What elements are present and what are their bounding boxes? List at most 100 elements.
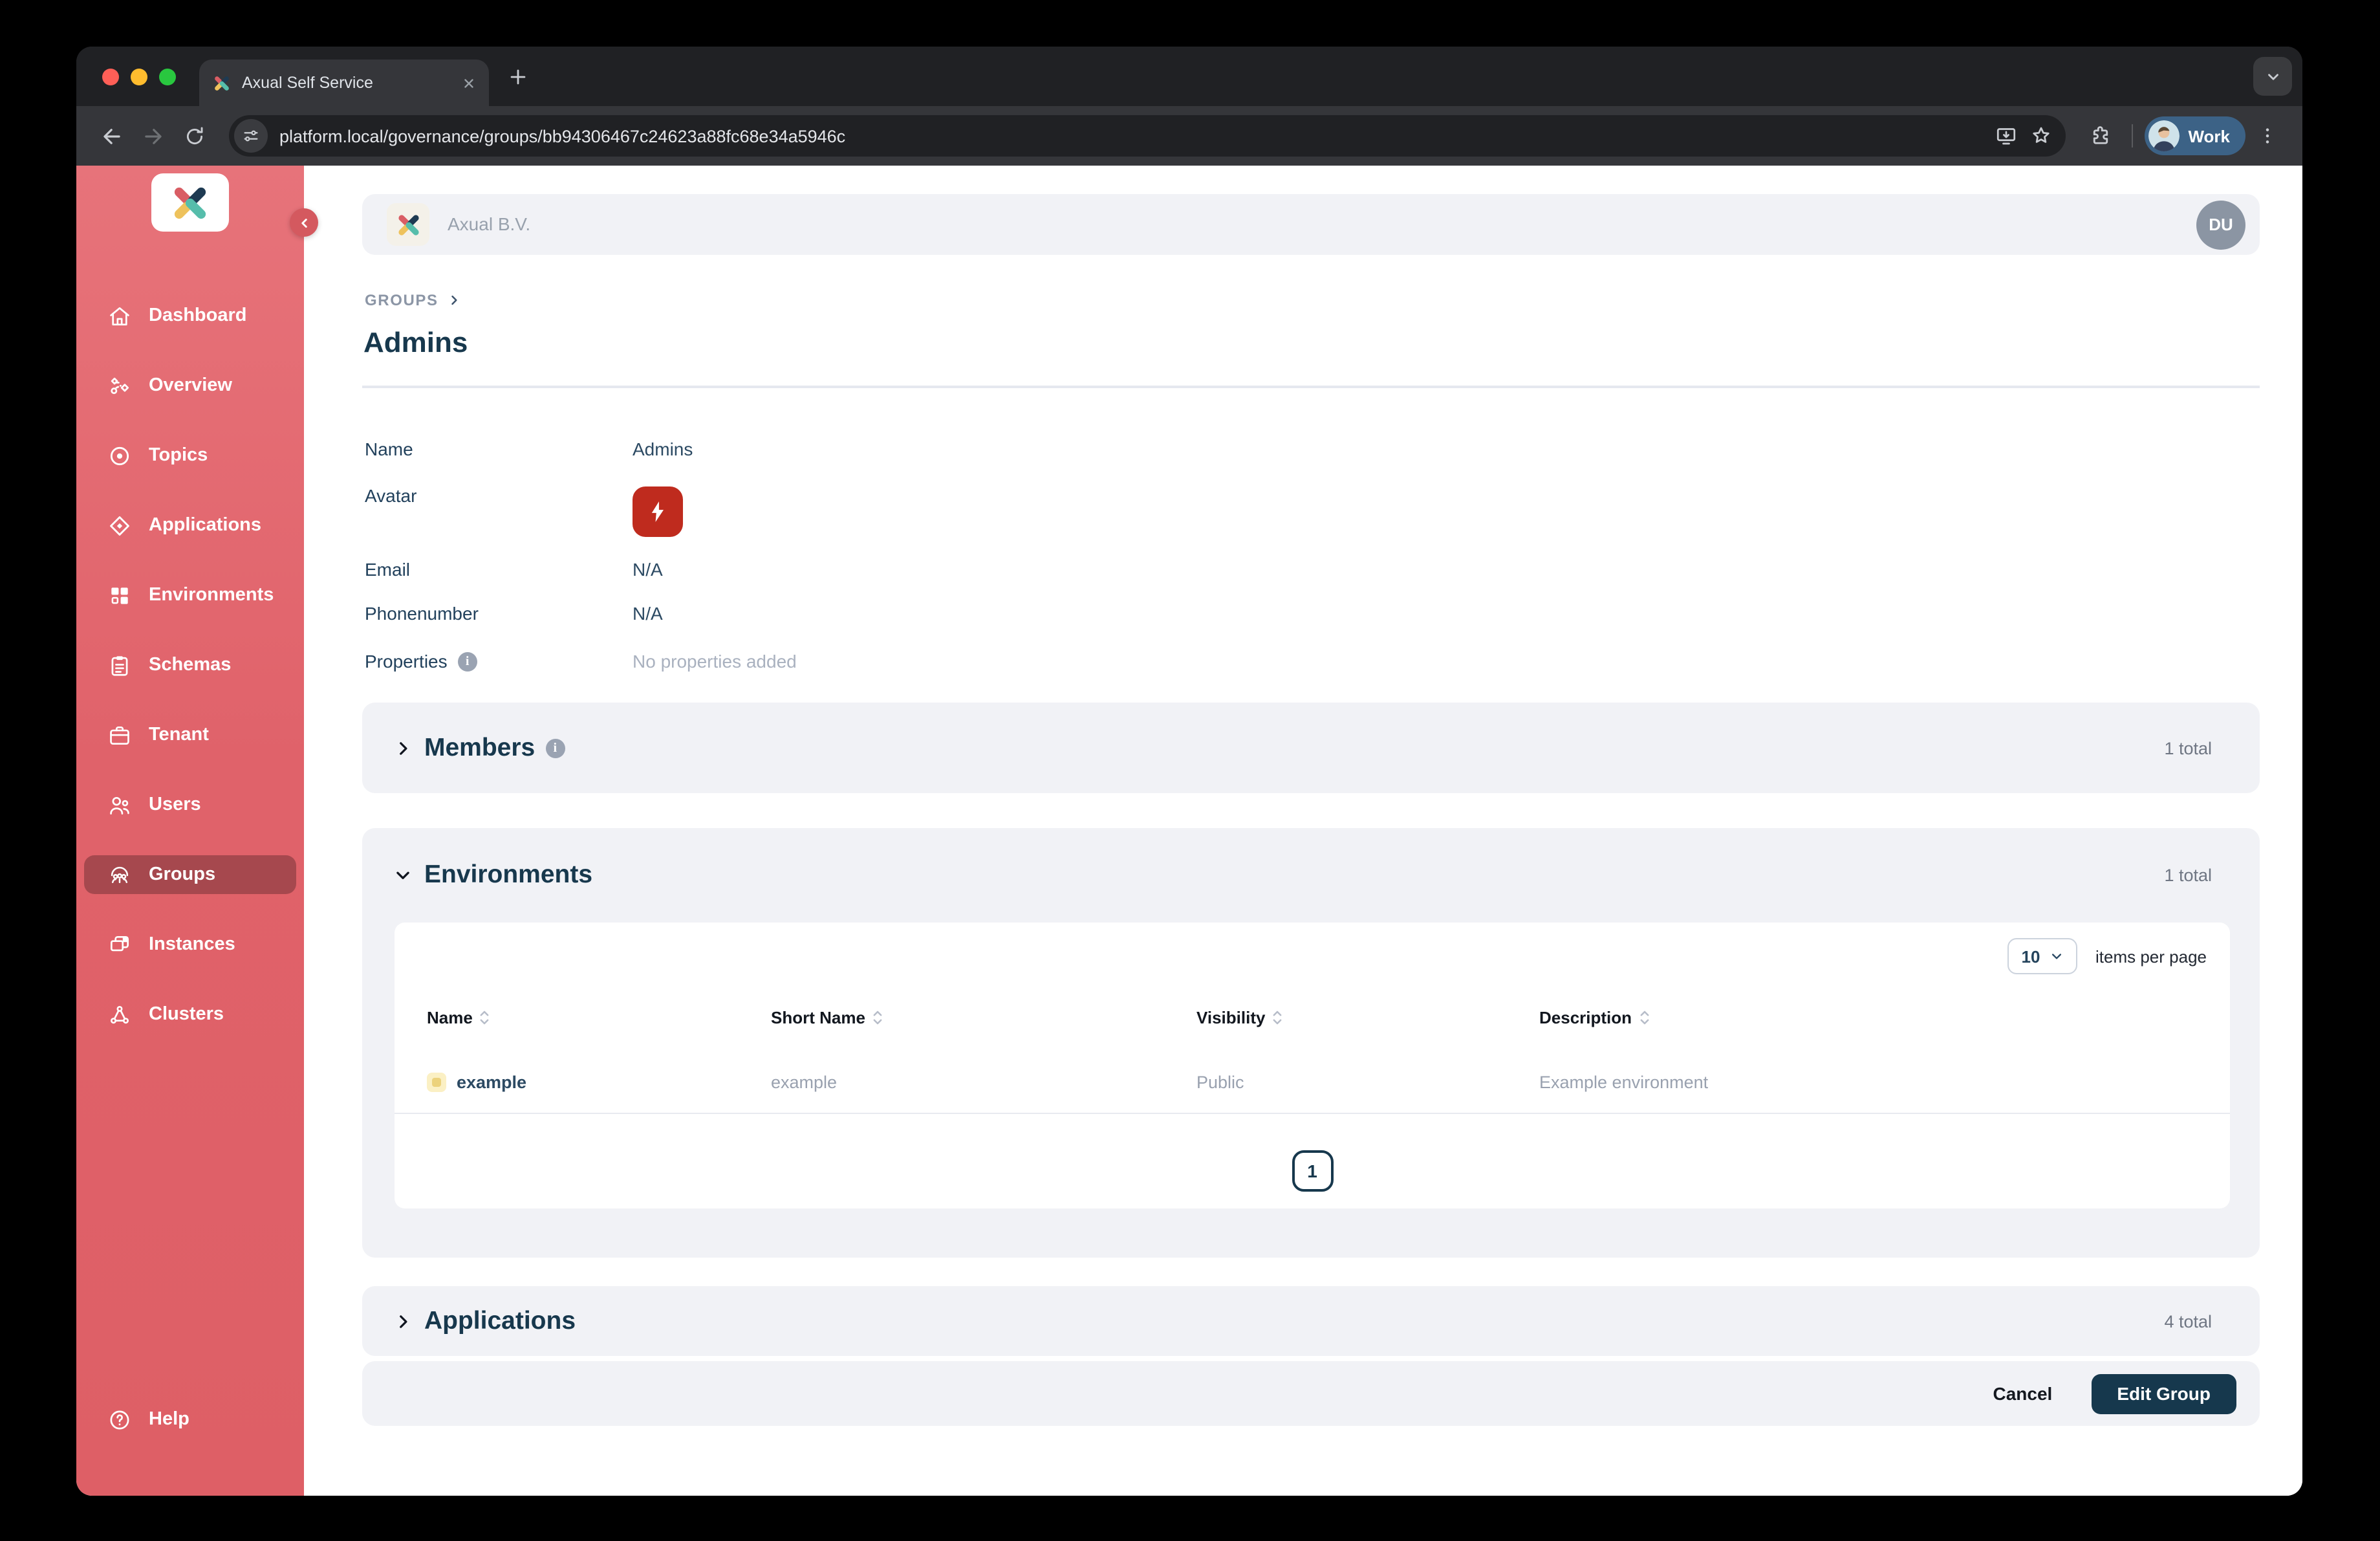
- bookmark-star-icon[interactable]: [2029, 124, 2052, 148]
- extensions-icon[interactable]: [2081, 116, 2119, 155]
- items-per-page-value: 10: [2021, 946, 2040, 966]
- lightning-icon: [651, 501, 664, 522]
- sidebar-item-label: Schemas: [149, 655, 232, 675]
- sidebar-item-users[interactable]: Users: [84, 785, 296, 824]
- cancel-button[interactable]: Cancel: [1993, 1383, 2053, 1404]
- site-settings-icon[interactable]: [234, 119, 268, 153]
- avatar-label: Avatar: [365, 485, 417, 506]
- members-section: Members i 1 total: [362, 703, 2260, 793]
- members-title: Members: [424, 733, 536, 761]
- install-app-icon[interactable]: [1994, 124, 2017, 148]
- column-header-label: Description: [1539, 1008, 1632, 1027]
- applications-total: 4 total: [2164, 1311, 2212, 1331]
- browser-window: Axual Self Service platform.local/govern…: [76, 47, 2302, 1496]
- axual-favicon: [212, 73, 232, 93]
- name-value: Admins: [633, 439, 693, 459]
- breadcrumb-groups-link[interactable]: GROUPS: [365, 291, 438, 309]
- column-header-description[interactable]: Description: [1539, 1008, 1650, 1027]
- group-avatar-tile: [633, 486, 683, 537]
- browser-menu-icon[interactable]: [2248, 116, 2287, 155]
- sidebar-item-help[interactable]: Help: [84, 1400, 296, 1439]
- url-text[interactable]: platform.local/governance/groups/bb94306…: [279, 126, 1982, 146]
- user-avatar[interactable]: DU: [2196, 200, 2245, 249]
- topics-icon: [106, 443, 132, 468]
- users-icon: [106, 792, 132, 818]
- chevron-right-icon: [400, 741, 407, 754]
- chevron-right-icon: [400, 1315, 407, 1328]
- field-row-name: Name Admins: [365, 439, 693, 459]
- environment-name: example: [457, 1073, 527, 1092]
- info-icon[interactable]: i: [545, 738, 565, 758]
- home-icon: [106, 303, 132, 329]
- items-per-page-select[interactable]: 10: [2007, 938, 2077, 974]
- edit-group-button[interactable]: Edit Group: [2091, 1373, 2236, 1414]
- browser-toolbar: platform.local/governance/groups/bb94306…: [76, 106, 2302, 166]
- schemas-icon: [106, 652, 132, 678]
- sidebar-item-groups[interactable]: Groups: [84, 855, 296, 894]
- info-icon[interactable]: i: [457, 651, 477, 671]
- profile-label: Work: [2188, 126, 2230, 146]
- tab-close-icon[interactable]: [462, 76, 476, 90]
- sidebar-nav: Dashboard Overview Topics Applications E…: [76, 296, 304, 1065]
- table-row-name-cell[interactable]: example: [427, 1073, 526, 1092]
- column-header-label: Short Name: [771, 1008, 865, 1027]
- sidebar-item-applications[interactable]: Applications: [84, 506, 296, 545]
- breadcrumb: GROUPS: [365, 291, 460, 309]
- members-total: 1 total: [2164, 738, 2212, 758]
- sidebar-item-environments[interactable]: Environments: [84, 576, 296, 615]
- sidebar: Dashboard Overview Topics Applications E…: [76, 166, 318, 1496]
- sidebar-item-topics[interactable]: Topics: [84, 436, 296, 475]
- new-tab-button[interactable]: [506, 65, 529, 88]
- browser-tab[interactable]: Axual Self Service: [199, 60, 489, 106]
- url-bar[interactable]: platform.local/governance/groups/bb94306…: [229, 115, 2066, 157]
- tab-search-chevron-button[interactable]: [2253, 57, 2292, 96]
- column-header-visibility[interactable]: Visibility: [1196, 1008, 1283, 1027]
- main-content: Axual B.V. DU GROUPS Admins Name Admins …: [304, 166, 2302, 1496]
- field-row-avatar: Avatar: [365, 485, 633, 506]
- column-header-label: Visibility: [1196, 1008, 1266, 1027]
- sort-icon: [1273, 1011, 1282, 1025]
- toolbar-divider: [2131, 124, 2133, 148]
- axual-logo[interactable]: [151, 173, 229, 232]
- sidebar-item-label: Users: [149, 794, 201, 815]
- back-icon[interactable]: [92, 116, 131, 155]
- environments-section-header[interactable]: Environments 1 total: [362, 828, 2260, 921]
- applications-section: Applications 4 total: [362, 1286, 2260, 1356]
- properties-label-text: Properties: [365, 651, 448, 672]
- sidebar-item-label: Environments: [149, 585, 274, 606]
- applications-section-header[interactable]: Applications 4 total: [362, 1286, 2260, 1356]
- maximize-window-button[interactable]: [159, 69, 176, 85]
- sort-icon: [873, 1011, 882, 1025]
- properties-value: No properties added: [633, 651, 797, 672]
- column-header-name[interactable]: Name: [427, 1008, 491, 1027]
- sidebar-item-tenant[interactable]: Tenant: [84, 716, 296, 754]
- desktop-background: Axual Self Service platform.local/govern…: [0, 0, 2380, 1541]
- name-label: Name: [365, 439, 413, 459]
- sidebar-item-overview[interactable]: Overview: [84, 366, 296, 405]
- members-section-header[interactable]: Members i 1 total: [362, 703, 2260, 793]
- pagination-page-button[interactable]: 1: [1292, 1150, 1333, 1192]
- column-header-short-name[interactable]: Short Name: [771, 1008, 883, 1027]
- column-header-label: Name: [427, 1008, 473, 1027]
- chevron-right-icon: [451, 295, 457, 305]
- sidebar-item-clusters[interactable]: Clusters: [84, 995, 296, 1034]
- reload-icon[interactable]: [175, 116, 213, 155]
- field-row-email: Email N/A: [365, 559, 663, 580]
- forward-icon[interactable]: [133, 116, 172, 155]
- minimize-window-button[interactable]: [131, 69, 147, 85]
- sidebar-item-label: Instances: [149, 934, 235, 955]
- sidebar-item-dashboard[interactable]: Dashboard: [84, 296, 296, 335]
- browser-profile-chip[interactable]: Work: [2144, 116, 2245, 155]
- environments-title: Environments: [424, 860, 593, 888]
- app-body: Dashboard Overview Topics Applications E…: [76, 166, 2302, 1496]
- sidebar-item-instances[interactable]: Instances: [84, 925, 296, 964]
- email-value: N/A: [633, 559, 663, 580]
- sidebar-item-label: Applications: [149, 515, 262, 536]
- sidebar-item-schemas[interactable]: Schemas: [84, 646, 296, 684]
- sidebar-item-label: Tenant: [149, 725, 209, 745]
- action-bar: Cancel Edit Group: [362, 1361, 2260, 1426]
- close-window-button[interactable]: [102, 69, 119, 85]
- sidebar-collapse-button[interactable]: [290, 208, 318, 237]
- field-row-properties: Properties i No properties added: [365, 651, 797, 672]
- help-icon: [106, 1406, 132, 1432]
